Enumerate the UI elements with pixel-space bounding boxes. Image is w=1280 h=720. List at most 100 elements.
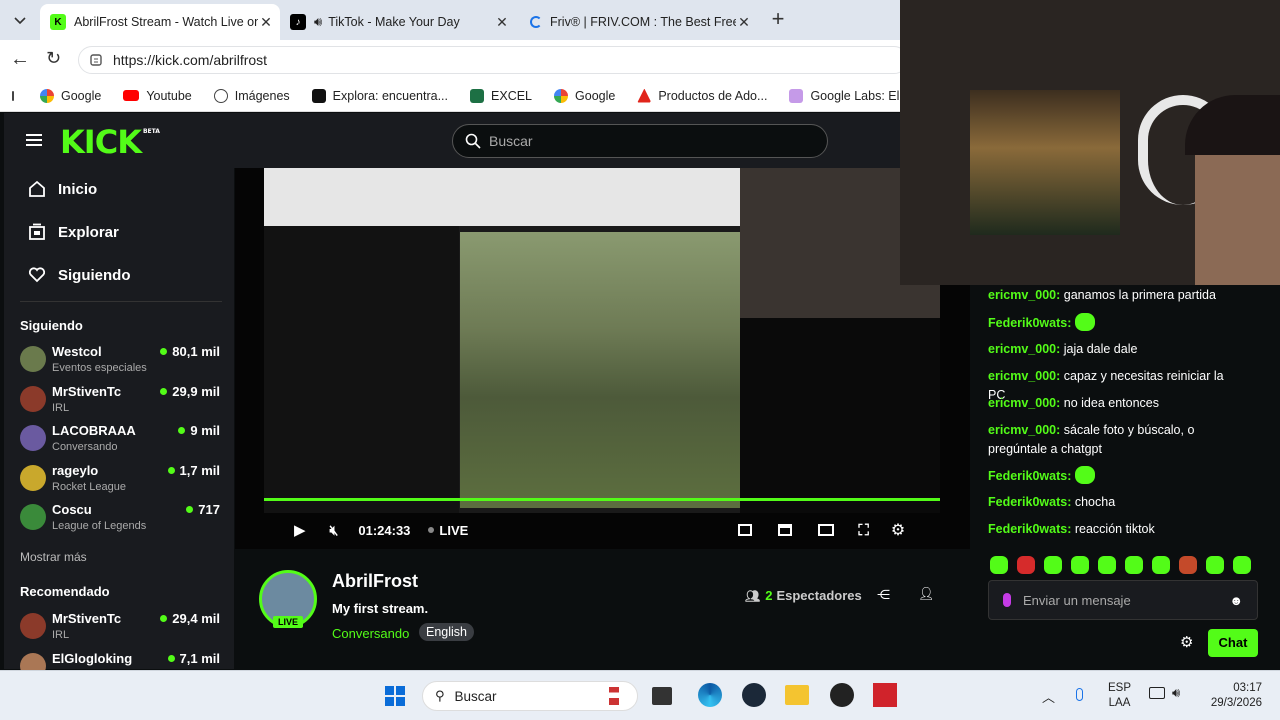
tab-title: Friv® | FRIV.COM : The Best Free G <box>550 15 736 29</box>
edge-icon[interactable] <box>698 683 722 707</box>
language-tag[interactable]: English <box>419 623 474 641</box>
show-more-link[interactable]: Mostrar más <box>20 550 87 564</box>
taskbar-search[interactable]: ⚲ Buscar <box>422 681 638 711</box>
tab-kick[interactable]: K AbrilFrost Stream - Watch Live on ✕ <box>40 4 280 40</box>
emote-icon[interactable] <box>1179 556 1197 574</box>
chat-input[interactable]: Enviar un mensaje ☻ <box>988 580 1258 620</box>
nav-siguiendo[interactable]: Siguiendo <box>28 266 131 284</box>
live-dot <box>428 527 435 533</box>
bookmark-google-labs[interactable]: Google Labs: El I <box>789 88 900 103</box>
back-icon[interactable]: ← <box>10 48 30 71</box>
follow-user-icon[interactable]: 👤︎ <box>918 586 935 602</box>
microphone-tray-icon[interactable] <box>1076 688 1083 701</box>
chat-send-button[interactable]: Chat <box>1208 629 1258 657</box>
close-icon[interactable]: ✕ <box>736 14 752 31</box>
volume-icon[interactable]: 🔊︎ <box>1172 685 1180 701</box>
search-input[interactable]: Buscar <box>452 124 828 158</box>
chat-placeholder: Enviar un mensaje <box>1023 592 1131 608</box>
emoji-icon[interactable]: ☻ <box>1229 593 1243 608</box>
network-icon[interactable] <box>1149 687 1165 699</box>
emote-icon[interactable] <box>1098 556 1116 574</box>
nav-inicio[interactable]: Inicio <box>28 180 97 198</box>
emote-bar <box>990 556 1260 576</box>
video-player[interactable] <box>235 168 970 549</box>
emote-icon[interactable] <box>1071 556 1089 574</box>
chat-username[interactable]: ericmv_000 <box>988 342 1056 356</box>
bookmark-youtube[interactable]: Youtube <box>123 89 192 103</box>
language-indicator[interactable]: ESP LAA <box>1108 681 1131 711</box>
channel-item[interactable]: LACOBRAAA Conversando 9 mil <box>20 423 220 463</box>
live-label[interactable]: LIVE <box>439 523 468 538</box>
emote-icon[interactable] <box>1017 556 1035 574</box>
url-field[interactable]: https://kick.com/abrilfrost <box>78 46 908 74</box>
lang-line-1: ESP <box>1108 682 1132 694</box>
google-icon <box>40 88 54 103</box>
share-icon[interactable]: ⋲ <box>877 587 890 603</box>
chat-username[interactable]: ericmv_000 <box>988 288 1056 302</box>
chat-username[interactable]: Federik0wats <box>988 495 1067 509</box>
clock[interactable]: 03:17 29/3/2026 <box>1200 681 1262 711</box>
new-tab-button[interactable]: + <box>766 6 790 34</box>
obs-icon[interactable] <box>830 683 854 707</box>
bookmarks-menu-icon[interactable] <box>12 90 14 101</box>
nav-explorar[interactable]: Explorar <box>28 223 119 241</box>
mute-icon[interactable]: 🔇︎ <box>330 522 339 539</box>
chat-username[interactable]: ericmv_000 <box>988 369 1056 383</box>
channel-item[interactable]: rageylo Rocket League 1,7 mil <box>20 463 220 503</box>
channel-name: rageylo <box>52 462 99 478</box>
channel-item[interactable]: MrStivenTc IRL 29,4 mil <box>20 611 220 651</box>
chat-separator: : <box>1056 288 1064 302</box>
microphone-icon[interactable] <box>1003 593 1011 607</box>
emote-icon[interactable] <box>990 556 1008 574</box>
folder-icon[interactable] <box>785 685 809 705</box>
clip-icon[interactable] <box>778 524 793 536</box>
emote-icon[interactable] <box>1125 556 1143 574</box>
emote-icon[interactable] <box>1233 556 1251 574</box>
emote-icon[interactable] <box>1206 556 1224 574</box>
progress-bar[interactable] <box>264 498 940 501</box>
channel-item[interactable]: Coscu League of Legends 717 <box>20 502 220 542</box>
site-info-icon[interactable] <box>89 53 103 67</box>
bookmark-label: Imágenes <box>234 88 290 103</box>
reload-icon[interactable]: ↻ <box>46 48 61 69</box>
tray-chevron-icon[interactable]: ︿ <box>1042 687 1055 706</box>
chat-message: ericmv_000: no idea entonces <box>988 394 1243 413</box>
bookmark-google[interactable]: Google <box>40 88 101 103</box>
file-explorer-task-icon[interactable] <box>652 687 672 705</box>
theater-icon[interactable] <box>818 524 835 536</box>
miniplayer-icon[interactable] <box>738 524 753 536</box>
chat-username[interactable]: Federik0wats <box>988 316 1067 330</box>
speaker-icon[interactable]: 🔊︎ <box>314 14 322 30</box>
chat-username[interactable]: Federik0wats <box>988 469 1067 483</box>
tab-tiktok[interactable]: ♪ 🔊︎ TikTok - Make Your Day ✕ <box>280 4 516 40</box>
amd-icon[interactable] <box>873 683 897 707</box>
channel-item[interactable]: MrStivenTc IRL 29,9 mil <box>20 384 220 424</box>
explore-icon <box>29 223 45 240</box>
windows-start-icon[interactable] <box>385 686 405 706</box>
kick-logo[interactable]: KICK BETA <box>60 123 160 161</box>
emote-icon[interactable] <box>1044 556 1062 574</box>
tab-friv[interactable]: Friv® | FRIV.COM : The Best Free G ✕ <box>518 4 758 40</box>
bookmark-excel[interactable]: EXCEL <box>470 88 532 103</box>
emote-icon[interactable] <box>1152 556 1170 574</box>
hamburger-menu-icon[interactable] <box>26 134 42 146</box>
close-icon[interactable]: ✕ <box>494 14 510 31</box>
play-icon[interactable]: ▶ <box>294 521 306 539</box>
bookmark-google-2[interactable]: Google <box>554 88 615 103</box>
chat-username[interactable]: ericmv_000 <box>988 423 1056 437</box>
settings-icon[interactable]: ⚙ <box>891 520 905 540</box>
bookmark-tiktok[interactable]: Explora: encuentra... <box>311 88 448 103</box>
users-icon: 👥︎ <box>745 588 761 603</box>
chat-settings-icon[interactable]: ⚙ <box>1180 633 1193 651</box>
close-icon[interactable]: ✕ <box>258 14 274 31</box>
tab-list-dropdown[interactable] <box>8 10 32 32</box>
fullscreen-icon[interactable]: ⛶ <box>858 522 869 539</box>
channel-item[interactable]: Westcol Eventos especiales 80,1 mil <box>20 344 220 384</box>
steam-icon[interactable] <box>742 683 766 707</box>
stream-category[interactable]: Conversando <box>332 626 409 641</box>
chat-username[interactable]: ericmv_000 <box>988 396 1056 410</box>
bookmark-adobe[interactable]: Productos de Ado... <box>637 88 767 103</box>
chat-username[interactable]: Federik0wats <box>988 522 1067 536</box>
bookmark-imagenes[interactable]: Imágenes <box>213 88 290 103</box>
streamer-name[interactable]: AbrilFrost <box>332 571 418 592</box>
